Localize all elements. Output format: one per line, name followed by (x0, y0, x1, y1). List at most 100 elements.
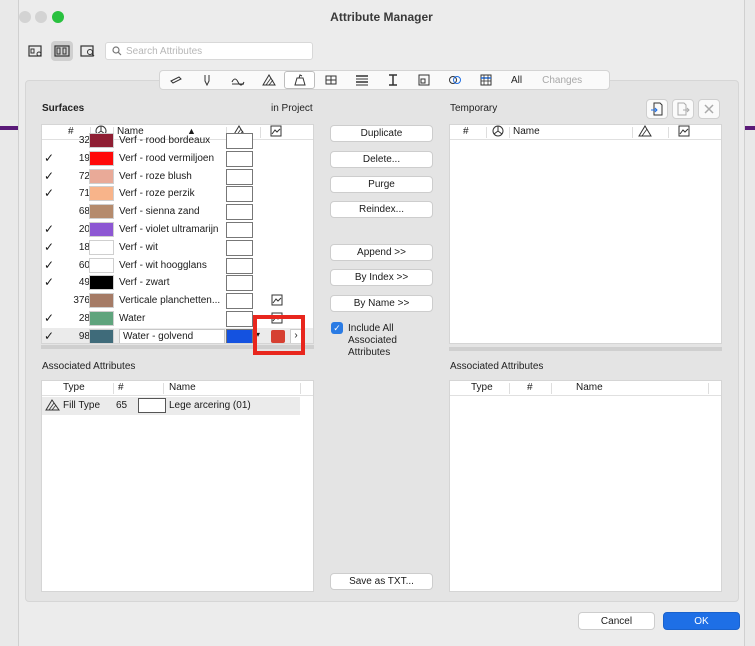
column-name[interactable]: Name (513, 126, 540, 137)
cancel-button[interactable]: Cancel (578, 612, 655, 630)
ok-button[interactable]: OK (663, 612, 740, 630)
column-separator (113, 383, 114, 394)
fill-preview (226, 150, 253, 167)
horizontal-scrollbar[interactable] (449, 347, 722, 351)
associated-type: Fill Type (63, 400, 101, 411)
column-separator (708, 383, 709, 394)
titlebar: Attribute Manager (19, 0, 744, 34)
column-fill[interactable] (638, 125, 652, 140)
fill-type-icon (638, 125, 652, 137)
fill-type-icon (261, 74, 276, 86)
column-type[interactable]: Type (471, 382, 493, 393)
color-swatch (89, 275, 114, 291)
export-file-button[interactable] (672, 99, 694, 119)
tab-fills[interactable] (253, 71, 284, 89)
fill-preview (226, 275, 253, 292)
section-label-surfaces: Surfaces (42, 103, 85, 114)
color-swatch (89, 168, 114, 184)
table-row[interactable]: 68 Verf - sienna zand (42, 203, 313, 221)
duplicate-button[interactable]: Duplicate (330, 125, 433, 142)
column-name[interactable]: Name (169, 382, 196, 393)
tab-changes[interactable]: Changes (532, 75, 592, 86)
row-name: Verticale planchetten... (119, 295, 221, 307)
project-attribute-list[interactable]: # Name ▲ 32 Verf - rood bordeaux ✓ 19 Verf -… (41, 124, 314, 344)
associated-attributes-list-right[interactable]: Type # Name (449, 380, 722, 592)
location-label-in-project: in Project (271, 103, 313, 114)
table-row[interactable]: ✓ 71 Verf - roze perzik (42, 185, 313, 203)
temporary-attribute-list[interactable]: # Name (449, 124, 722, 344)
table-row[interactable]: ✓ 18 Verf - wit (42, 239, 313, 257)
row-name: Verf - rood bordeaux (119, 135, 211, 146)
checkmark-icon: ✓ (44, 222, 55, 236)
associated-attributes-label: Associated Attributes (42, 361, 136, 372)
tab-mep-systems[interactable] (439, 71, 470, 89)
column-index[interactable]: # (118, 382, 124, 393)
tab-layers[interactable] (160, 71, 191, 89)
color-swatch (89, 239, 114, 255)
single-view-button[interactable] (25, 41, 47, 61)
column-type[interactable]: Type (63, 382, 85, 393)
table-row[interactable]: ✓ 20 Verf - violet ultramarijn (42, 221, 313, 239)
include-all-label[interactable]: Include All Associated Attributes (348, 323, 397, 359)
table-row[interactable]: Fill Type 65 Lege arcering (01) (42, 397, 300, 415)
save-as-txt-button[interactable]: Save as TXT... (330, 573, 433, 590)
close-temporary-button[interactable] (698, 99, 720, 119)
column-index[interactable]: # (527, 382, 533, 393)
associated-attributes-list-left[interactable]: Type # Name Fill Type 65 Lege arcering (… (41, 380, 314, 592)
fill-preview[interactable] (226, 328, 253, 343)
split-view-button[interactable] (51, 41, 73, 61)
tab-line-types[interactable] (222, 71, 253, 89)
zone-category-icon (418, 74, 429, 86)
fill-preview (226, 222, 253, 238)
texture-icon (678, 125, 690, 137)
checkmark-icon: ✓ (44, 328, 55, 343)
table-row[interactable]: ✓ 60 Verf - wit hoogglans (42, 257, 313, 275)
tab-composites[interactable] (346, 71, 377, 89)
tab-building-materials[interactable] (315, 71, 346, 89)
color-swatch (89, 311, 114, 326)
search-input[interactable] (126, 45, 306, 57)
table-row[interactable]: ✓ 49 Verf - zwart (42, 274, 313, 292)
name-edit-field[interactable]: Water - golvend (119, 328, 225, 343)
fill-type-icon (45, 399, 60, 414)
column-texture[interactable] (678, 125, 690, 140)
row-index: 18 (78, 241, 90, 253)
window-title: Attribute Manager (330, 10, 433, 24)
surfaces-icon (293, 74, 306, 86)
delete-button[interactable]: Delete... (330, 151, 433, 168)
column-separator (551, 383, 552, 394)
tab-markup-styles[interactable] (470, 71, 501, 89)
table-row[interactable]: ✓ 72 Verf - roze blush (42, 168, 313, 186)
by-index-button[interactable]: By Index >> (330, 269, 433, 286)
texture-icon (271, 294, 283, 309)
include-all-checkbox[interactable]: ✓ (331, 322, 343, 334)
column-index[interactable]: # (463, 126, 469, 137)
by-name-button[interactable]: By Name >> (330, 295, 433, 312)
column-separator (300, 383, 301, 394)
search-field[interactable] (105, 42, 313, 60)
purge-button[interactable]: Purge (330, 176, 433, 193)
fill-preview (226, 257, 253, 274)
attribute-type-toolbar: All Changes (159, 70, 610, 90)
tab-zone-categories[interactable] (408, 71, 439, 89)
table-row[interactable]: ✓ 19 Verf - rood vermiljoen (42, 150, 313, 168)
tab-pens[interactable] (191, 71, 222, 89)
tab-profiles[interactable] (377, 71, 408, 89)
append-button[interactable]: Append >> (330, 244, 433, 261)
location-label-temporary: Temporary (450, 103, 498, 114)
reindex-button[interactable]: Reindex... (330, 201, 433, 218)
column-color[interactable] (492, 125, 504, 140)
column-separator (509, 383, 510, 394)
row-index: 60 (78, 259, 90, 271)
tab-surfaces[interactable] (284, 71, 315, 89)
open-file-icon (651, 102, 663, 116)
split-view-icon (54, 45, 70, 57)
composite-icon (355, 75, 368, 86)
table-row[interactable]: 376 Verticale planchetten... (42, 292, 313, 310)
open-file-button[interactable] (646, 99, 668, 119)
preview-view-button[interactable] (77, 41, 99, 61)
fill-preview (226, 293, 253, 310)
tab-all[interactable]: All (501, 75, 532, 86)
column-name[interactable]: Name (576, 382, 603, 393)
table-row[interactable]: 32 Verf - rood bordeaux (42, 132, 313, 150)
